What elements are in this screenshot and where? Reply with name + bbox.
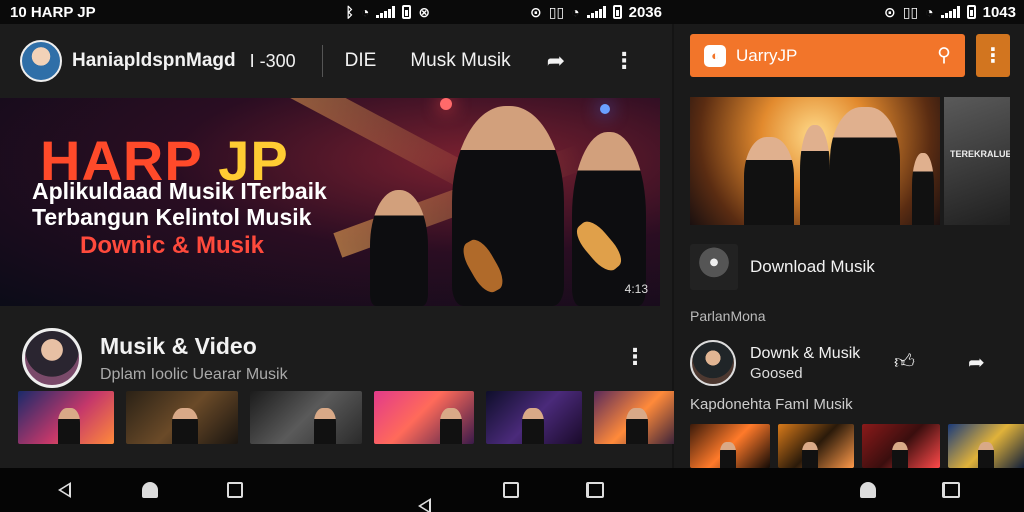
hero-subtitle-line: Aplikuldaad Musik ITerbaik (32, 178, 327, 204)
section-heading: ParlanMona (690, 308, 766, 324)
video-thumbnail[interactable] (690, 424, 770, 468)
signal-icon (940, 6, 960, 18)
app-logo-icon: ◐ (704, 44, 726, 67)
status-time: 10 HARP JP (10, 3, 96, 21)
video-thumbnail[interactable] (948, 424, 1024, 468)
avatar[interactable] (20, 40, 62, 82)
vibrate-icon: ▯▯ (548, 3, 565, 20)
download-item[interactable]: Download Musik (690, 243, 1010, 291)
channel-info: Musik & Video Dplam Ioolic Uearar Musik (100, 333, 288, 384)
more-vert-icon[interactable]: ⋮ (613, 48, 635, 74)
musician-figure (800, 125, 830, 225)
guitarist-figure (572, 132, 646, 306)
hero-subtitle-line: Terbangun Kelintol Musik (32, 204, 312, 230)
channel-name[interactable]: HaniapldspnMagd (72, 50, 236, 72)
singer-figure (452, 106, 564, 306)
banner-side-text: TEREKRALUE (950, 149, 1010, 159)
channel-count: I -300 (249, 50, 296, 71)
tab-die[interactable]: DIE (345, 50, 377, 72)
banner-side-image: TEREKRALUE (944, 97, 1010, 225)
switch-app-icon[interactable] (586, 482, 604, 498)
status-time-right: 1043 (982, 3, 1016, 21)
list-item-subtitle: Goosed (750, 364, 803, 382)
thumbs-up-icon[interactable]: 👍︎ (894, 350, 915, 374)
musician-figure (912, 153, 934, 225)
battery-icon (966, 5, 976, 19)
alarm-icon: ⊙ (884, 3, 896, 20)
navigation-bar (0, 468, 1024, 512)
video-thumbnail[interactable] (250, 391, 362, 444)
battery-icon (612, 5, 622, 19)
sync-icon: ⊗ (418, 3, 431, 20)
stage-light (600, 104, 610, 114)
video-thumbnail[interactable] (374, 391, 474, 444)
download-thumbnail (690, 244, 738, 290)
stage-light (440, 98, 452, 110)
wifi-icon: ◔ (360, 4, 370, 20)
wifi-icon: ◔ (571, 4, 580, 20)
status-icons-left: ᛒ ◔ ⊗ (346, 4, 431, 21)
channel-subtitle: Dplam Ioolic Uearar Musik (100, 365, 288, 383)
home-icon[interactable] (860, 482, 876, 498)
signal-icon (586, 6, 606, 18)
status-icons-right: ⊙ ▯▯ ◔ 1043 (884, 4, 1016, 21)
featured-banner[interactable]: TEREKRALUE (690, 97, 1010, 225)
video-thumbnail[interactable] (486, 391, 582, 444)
divider (321, 45, 323, 77)
signal-icon (376, 6, 396, 18)
video-thumbnail[interactable] (778, 424, 854, 468)
list-item[interactable]: Downk & Musik Goosed 👍︎ ➦ (690, 338, 1010, 388)
back-icon[interactable] (58, 482, 71, 498)
list-item-text: Downk & Musik Goosed (750, 345, 860, 382)
search-icon[interactable]: ⚲ (937, 44, 951, 67)
video-thumbnail[interactable] (594, 391, 680, 444)
channel-title[interactable]: Musik & Video (100, 333, 288, 360)
musician-figure (370, 190, 428, 306)
more-vert-icon[interactable]: ⋮ (976, 34, 1010, 77)
duration-badge: 4:13 (624, 282, 648, 296)
tab-musk-musik[interactable]: Musk Musik (410, 50, 510, 72)
status-bar-left: 10 HARP JP ᛒ ◔ ⊗ ⊙ ▯▯ ◔ 2036 (0, 0, 672, 24)
thumbnail-row (18, 391, 680, 444)
video-thumbnail[interactable] (126, 391, 238, 444)
download-label[interactable]: Download Musik (750, 257, 875, 277)
share-icon[interactable]: ➦ (547, 48, 565, 74)
hero-banner[interactable]: HARP JP Aplikuldaad Musik ITerbaik Terba… (0, 98, 660, 306)
status-icons-mid: ⊙ ▯▯ ◔ 2036 (530, 4, 662, 21)
home-icon[interactable] (142, 482, 158, 498)
bluetooth-icon: ᛒ (345, 4, 354, 20)
thumbnail-row (690, 424, 1024, 468)
more-vert-icon[interactable]: ⋮ (624, 344, 646, 370)
vibrate-icon: ▯▯ (902, 3, 919, 20)
guitarist-figure (830, 107, 900, 225)
video-thumbnail[interactable] (18, 391, 114, 444)
singer-figure (744, 137, 794, 225)
search-input[interactable]: UarryJP (736, 46, 937, 66)
channel-header: HaniapldspnMagd I -300 DIE Musk Musik ➦ … (0, 24, 672, 98)
recents-icon[interactable] (227, 482, 243, 498)
alarm-icon: ⊙ (530, 3, 542, 20)
banner-image (690, 97, 940, 225)
avatar (690, 340, 736, 386)
search-bar[interactable]: ◐ UarryJP ⚲ (690, 34, 965, 77)
list-item-title: Downk & Musik (750, 344, 861, 362)
recents-icon[interactable] (503, 482, 519, 498)
right-panel: ◐ UarryJP ⚲ ⋮ TEREKRALUE Download Musik … (674, 24, 1024, 468)
section-heading: Kapdonehta FamI Musik (690, 396, 853, 413)
status-bar-right: ⊙ ▯▯ ◔ 1043 (672, 0, 1024, 24)
switch-app-icon[interactable] (942, 482, 960, 498)
battery-icon (402, 5, 412, 19)
hero-tagline: Downic & Musik (80, 232, 265, 259)
avatar[interactable] (22, 328, 82, 388)
status-time-mid: 2036 (628, 3, 662, 21)
share-icon[interactable]: ➦ (968, 350, 985, 375)
back-icon[interactable] (418, 498, 431, 512)
wifi-icon: ◔ (925, 4, 934, 20)
video-thumbnail[interactable] (862, 424, 940, 468)
